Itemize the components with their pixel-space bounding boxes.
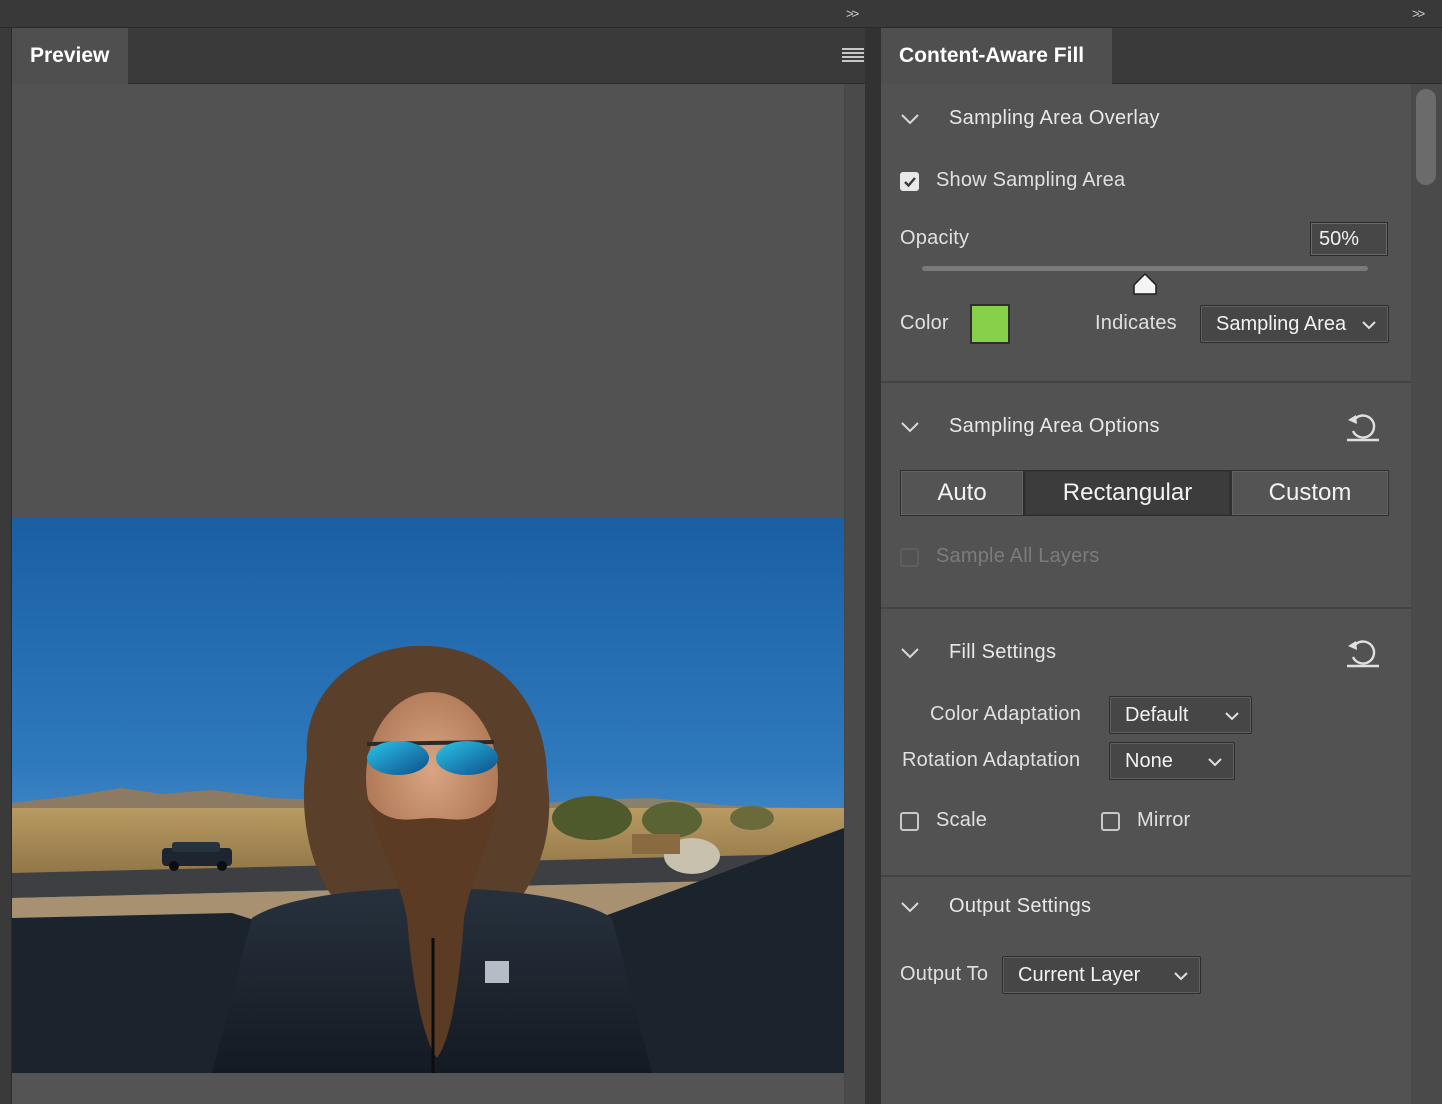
mirror-checkbox[interactable] xyxy=(1101,812,1120,831)
panel-menu-icon[interactable] xyxy=(842,46,864,64)
scale-checkbox[interactable] xyxy=(900,812,919,831)
show-sampling-area-checkbox[interactable] xyxy=(900,172,919,191)
indicates-label: Indicates xyxy=(1095,312,1177,334)
section-divider xyxy=(881,381,1411,383)
opacity-label: Opacity xyxy=(900,227,970,249)
left-dock-edge xyxy=(0,28,12,1104)
panel-splitter[interactable] xyxy=(865,28,881,1104)
tab-content-aware-fill-label: Content-Aware Fill xyxy=(899,44,1085,67)
section-title-sampling-area-overlay[interactable]: Sampling Area Overlay xyxy=(949,107,1160,130)
reset-icon[interactable] xyxy=(1345,411,1381,443)
show-sampling-area-label: Show Sampling Area xyxy=(936,169,1126,191)
output-to-label: Output To xyxy=(900,963,989,985)
indicates-dropdown[interactable]: Sampling Area xyxy=(1200,305,1389,343)
output-to-value: Current Layer xyxy=(1018,963,1141,986)
preview-tab-bar xyxy=(12,28,865,84)
preview-canvas-bottom xyxy=(12,1073,844,1104)
chevron-down-icon[interactable] xyxy=(900,901,920,913)
tab-content-aware-fill[interactable]: Content-Aware Fill xyxy=(881,28,1112,84)
indicates-value: Sampling Area xyxy=(1216,312,1347,335)
chevron-down-icon[interactable] xyxy=(900,113,920,125)
mode-custom-label: Custom xyxy=(1268,479,1352,506)
color-adaptation-dropdown[interactable]: Default xyxy=(1109,696,1252,734)
section-divider xyxy=(881,875,1411,877)
mode-auto-label: Auto xyxy=(937,479,987,506)
checkmark-icon xyxy=(903,176,916,187)
rotation-adaptation-value: None xyxy=(1125,749,1173,772)
panel-dock-strip xyxy=(0,0,1442,28)
tab-preview[interactable]: Preview xyxy=(12,28,128,84)
opacity-slider-thumb[interactable] xyxy=(1132,272,1158,296)
mode-auto-button[interactable]: Auto xyxy=(900,470,1024,516)
chevron-down-icon[interactable] xyxy=(900,421,920,433)
opacity-slider-track[interactable] xyxy=(922,266,1368,271)
section-title-output-settings[interactable]: Output Settings xyxy=(949,895,1091,918)
rotation-adaptation-dropdown[interactable]: None xyxy=(1109,742,1235,780)
opacity-value: 50% xyxy=(1319,227,1360,250)
sampling-color-swatch[interactable] xyxy=(970,304,1010,344)
reset-icon[interactable] xyxy=(1345,637,1381,669)
chevron-down-icon[interactable] xyxy=(900,647,920,659)
color-label: Color xyxy=(900,312,949,334)
right-panel-scrollbar[interactable] xyxy=(1411,84,1442,1104)
output-to-dropdown[interactable]: Current Layer xyxy=(1002,956,1201,994)
section-divider xyxy=(881,607,1411,609)
preview-image xyxy=(12,518,844,1073)
tab-preview-label: Preview xyxy=(30,44,110,67)
mode-rectangular-label: Rectangular xyxy=(1062,479,1193,506)
section-title-sampling-area-options[interactable]: Sampling Area Options xyxy=(949,415,1160,438)
scale-label: Scale xyxy=(936,809,988,831)
mode-rectangular-button[interactable]: Rectangular xyxy=(1024,470,1231,516)
mode-custom-button[interactable]: Custom xyxy=(1231,470,1389,516)
sample-all-layers-label: Sample All Layers xyxy=(936,545,1100,567)
mirror-label: Mirror xyxy=(1137,809,1191,831)
preview-scrollbar[interactable] xyxy=(844,84,865,1104)
caret-down-icon xyxy=(1362,321,1376,330)
sample-all-layers-checkbox xyxy=(900,548,919,567)
collapse-panels-icon[interactable]: >> xyxy=(1412,6,1425,21)
rotation-adaptation-label: Rotation Adaptation xyxy=(902,749,1081,771)
color-adaptation-label: Color Adaptation xyxy=(930,703,1082,725)
section-title-fill-settings[interactable]: Fill Settings xyxy=(949,641,1056,664)
caret-down-icon xyxy=(1225,712,1239,721)
caret-down-icon xyxy=(1208,758,1222,767)
collapse-panels-icon[interactable]: >> xyxy=(846,6,859,21)
opacity-input[interactable]: 50% xyxy=(1310,222,1388,256)
right-panel-scroll-thumb[interactable] xyxy=(1416,89,1436,185)
color-adaptation-value: Default xyxy=(1125,703,1189,726)
caret-down-icon xyxy=(1174,972,1188,981)
